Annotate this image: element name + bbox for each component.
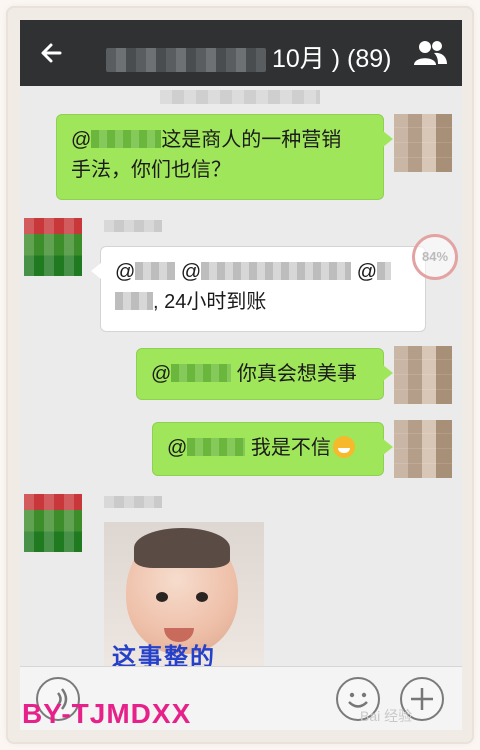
- mention-prefix: @: [356, 261, 378, 283]
- message-text: 你真会想美事: [236, 363, 357, 385]
- avatar[interactable]: [394, 114, 452, 172]
- top-bar: 10月 ) (89): [20, 20, 462, 86]
- baidu-watermark: Bai 经验: [360, 708, 413, 724]
- baby-eye: [196, 592, 208, 602]
- message-bubble[interactable]: @ 我是不信: [152, 422, 393, 476]
- sender-name-blurred: [104, 220, 162, 232]
- grinning-emoji-icon: [332, 436, 355, 458]
- arrow-left-icon[interactable]: [36, 37, 70, 69]
- avatar[interactable]: [394, 420, 452, 478]
- blurred-group-name: [106, 48, 266, 73]
- sender-name-blurred: [104, 496, 162, 508]
- people-icon[interactable]: [412, 38, 448, 68]
- blurred-mention: [135, 262, 176, 280]
- chat-screen: 10月 ) (89) @ 这是商人的一种营销 手法，你们也信？ @ @ @ , 2…: [20, 20, 462, 730]
- avatar[interactable]: [394, 346, 452, 404]
- image-message[interactable]: 这事整的: [104, 522, 264, 672]
- blurred-mention: [201, 262, 352, 280]
- message-text: 这是商人的一种营销: [161, 129, 342, 151]
- author-watermark: BY-TJMDXX: [22, 698, 192, 729]
- mention-prefix: @: [167, 437, 188, 459]
- avatar[interactable]: [24, 494, 82, 552]
- progress-indicator: 84%: [412, 234, 458, 280]
- mention-prefix: @: [71, 129, 92, 151]
- blurred-mention: [115, 292, 153, 310]
- message-bubble[interactable]: @ @ @ , 24小时到账: [91, 246, 426, 332]
- baby-eye: [156, 592, 168, 602]
- message-bubble[interactable]: @ 你真会想美事: [136, 348, 393, 400]
- mention-prefix: @: [180, 261, 202, 283]
- mention-prefix: @: [151, 363, 172, 385]
- message-bubble[interactable]: @ 这是商人的一种营销 手法，你们也信？: [56, 114, 393, 200]
- system-notice-blurred: [160, 90, 320, 104]
- message-text: 24小时到账: [164, 291, 267, 313]
- message-text: 我是不信: [250, 437, 331, 459]
- mention-prefix: @: [115, 261, 136, 283]
- message-text: 手法，你们也信？: [71, 159, 231, 181]
- baby-hair: [134, 528, 230, 568]
- blurred-mention: [187, 438, 246, 456]
- blurred-mention: [91, 130, 162, 148]
- avatar[interactable]: [24, 218, 82, 276]
- blurred-mention: [377, 262, 392, 280]
- blurred-mention: [171, 364, 232, 382]
- chat-title-text: 10月 ) (89): [272, 45, 392, 73]
- chat-title: 10月 ) (89): [106, 39, 391, 75]
